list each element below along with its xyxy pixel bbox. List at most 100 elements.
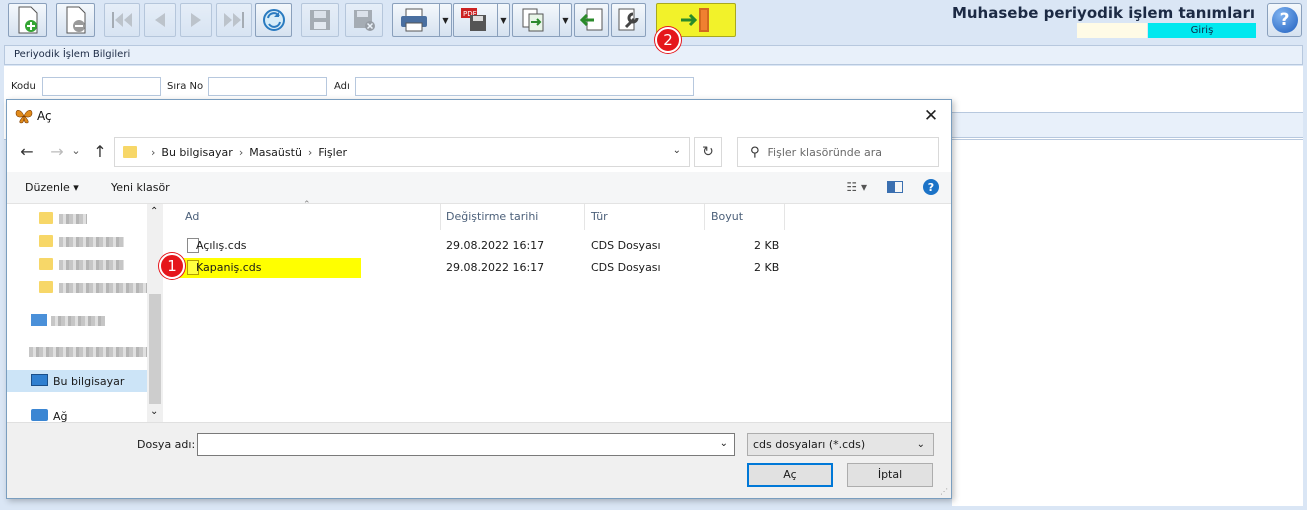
breadcrumb-sep-icon: › — [307, 145, 313, 159]
resize-grip-icon[interactable]: ⋰ — [940, 487, 948, 496]
breadcrumb-this-pc[interactable]: Bu bilgisayar — [161, 146, 232, 159]
column-divider[interactable] — [584, 204, 585, 230]
address-bar[interactable]: › Bu bilgisayar › Masaüstü › Fişler ⌄ — [114, 137, 690, 167]
chevron-down-icon: ⌄ — [916, 439, 925, 450]
up-folder-icon[interactable]: ↑ — [90, 142, 110, 161]
file-type-value: cds dosyaları (*.cds) — [753, 438, 866, 451]
filename-label: Dosya adı: — [137, 438, 196, 451]
file-row-selected[interactable]: Kapaniş.cds — [179, 258, 361, 278]
help-button[interactable]: ? — [1267, 3, 1302, 37]
delete-record-button[interactable] — [56, 3, 95, 37]
new-folder-button[interactable]: Yeni klasör — [111, 181, 170, 194]
seq-input[interactable] — [208, 77, 327, 96]
export-dropdown-icon[interactable]: ▼ — [559, 4, 571, 36]
search-placeholder: Fişler klasöründe ara — [767, 145, 883, 159]
organize-button[interactable]: Düzenle ▾ — [25, 181, 79, 194]
address-dropdown-icon[interactable]: ⌄ — [673, 145, 681, 156]
refresh-icon — [262, 9, 285, 31]
view-controls: ☷ ▾ ? — [846, 179, 939, 195]
next-record-button[interactable] — [180, 3, 212, 37]
help-icon[interactable]: ? — [923, 179, 939, 195]
refresh-icon[interactable]: ↻ — [694, 137, 722, 167]
command-bar: Düzenle ▾ Yeni klasör ☷ ▾ ? — [7, 172, 951, 204]
pdf-export-button[interactable]: PDF ▼ — [453, 3, 510, 37]
scroll-down-icon[interactable]: ⌄ — [150, 406, 158, 417]
chevron-down-icon: ▾ — [860, 180, 867, 194]
column-divider[interactable] — [784, 204, 785, 230]
import-icon — [579, 8, 602, 31]
first-record-icon — [112, 12, 132, 28]
cancel-button[interactable]: İptal — [847, 463, 933, 487]
preview-pane-icon[interactable] — [887, 181, 903, 193]
folder-icon — [39, 212, 53, 224]
file-modified: 29.08.2022 16:17 — [446, 261, 545, 274]
view-options-button[interactable]: ☷ ▾ — [846, 180, 867, 194]
breadcrumb-desktop[interactable]: Masaüstü — [249, 146, 302, 159]
forward-arrow-icon[interactable]: → — [47, 142, 67, 161]
column-name[interactable]: Ad — [185, 210, 199, 223]
previous-record-button[interactable] — [144, 3, 176, 37]
redacted-item[interactable] — [59, 214, 87, 224]
breadcrumb-fisler[interactable]: Fişler — [318, 146, 347, 159]
file-type-select[interactable]: cds dosyaları (*.cds) ⌄ — [747, 433, 934, 456]
code-input[interactable] — [42, 77, 161, 96]
breadcrumb-sep-icon: › — [151, 145, 156, 159]
refresh-button[interactable] — [255, 3, 292, 37]
code-label: Kodu — [11, 81, 36, 92]
sidebar-item-this-pc[interactable]: Bu bilgisayar — [7, 370, 147, 392]
grid-body — [952, 140, 1303, 506]
cancel-save-button[interactable] — [345, 3, 383, 37]
settings-button[interactable] — [611, 3, 646, 37]
column-divider[interactable] — [440, 204, 441, 230]
folder-icon — [39, 281, 53, 293]
column-type[interactable]: Tür — [591, 210, 608, 223]
redacted-item[interactable] — [59, 283, 147, 293]
last-record-button[interactable] — [216, 3, 252, 37]
back-arrow-icon[interactable]: ← — [17, 142, 37, 161]
column-modified[interactable]: Değiştirme tarihi — [446, 210, 538, 223]
user-field — [1077, 23, 1147, 38]
column-divider[interactable] — [704, 204, 705, 230]
open-button[interactable]: Aç — [747, 463, 833, 487]
cancel-save-icon — [354, 10, 375, 31]
file-type: CDS Dosyası — [591, 261, 661, 274]
import-button[interactable] — [574, 3, 609, 37]
sort-ascending-icon: ⌃ — [303, 200, 311, 210]
print-dropdown-icon[interactable]: ▼ — [439, 4, 451, 36]
cloud-drive-icon — [31, 314, 47, 326]
redacted-item[interactable] — [51, 316, 105, 326]
exit-icon — [681, 8, 709, 32]
pdf-dropdown-icon[interactable]: ▼ — [497, 4, 509, 36]
navigation-pane: Bu bilgisayar Ağ ⌃ ⌄ — [7, 204, 163, 423]
nav-scroll-thumb[interactable] — [149, 294, 161, 404]
first-record-button[interactable] — [104, 3, 140, 37]
name-input[interactable] — [355, 77, 694, 96]
name-label: Adı — [334, 81, 350, 92]
filename-input[interactable]: ⌄ — [197, 433, 735, 456]
step-badge-two: 2 — [655, 27, 681, 53]
redacted-item[interactable] — [59, 237, 124, 247]
folder-search-input[interactable]: ⚲ Fişler klasöründe ara — [737, 137, 939, 167]
file-size: 2 KB — [754, 261, 780, 274]
network-icon — [31, 409, 48, 421]
dialog-footer: Dosya adı: ⌄ cds dosyaları (*.cds) ⌄ Aç … — [7, 422, 951, 498]
redacted-item[interactable] — [29, 347, 147, 357]
file-name: Kapaniş.cds — [196, 261, 262, 274]
column-size[interactable]: Boyut — [711, 210, 743, 223]
close-icon[interactable]: ✕ — [919, 104, 943, 128]
new-icon — [18, 6, 37, 34]
chevron-down-icon[interactable]: ⌄ — [720, 438, 728, 449]
export-button[interactable]: ▼ — [512, 3, 572, 37]
scroll-up-icon[interactable]: ⌃ — [150, 206, 158, 217]
new-record-button[interactable] — [8, 3, 47, 37]
print-icon — [401, 8, 427, 32]
file-size: 2 KB — [754, 239, 780, 252]
recent-locations-icon[interactable]: ⌄ — [70, 144, 82, 157]
print-button[interactable]: ▼ — [392, 3, 452, 37]
save-button[interactable] — [301, 3, 339, 37]
folder-icon — [39, 258, 53, 270]
last-record-icon — [224, 12, 244, 28]
step-badge-one: 1 — [159, 253, 185, 279]
redacted-item[interactable] — [59, 260, 124, 270]
filter-row: Kodu Sıra No Adı — [4, 66, 1303, 102]
